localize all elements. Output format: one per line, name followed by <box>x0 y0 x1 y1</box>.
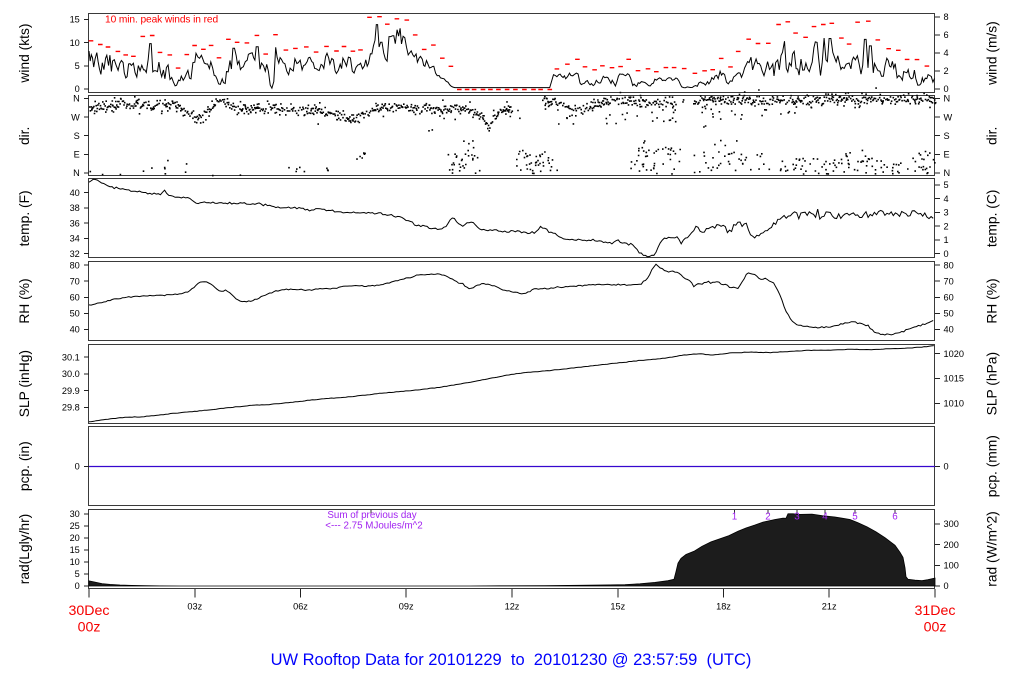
svg-text:4: 4 <box>944 194 949 204</box>
svg-text:W: W <box>71 112 80 122</box>
svg-text:1: 1 <box>732 512 737 523</box>
svg-text:S: S <box>944 131 950 141</box>
svg-text:E: E <box>944 150 950 160</box>
svg-text:40: 40 <box>944 325 954 335</box>
svg-text:80: 80 <box>70 260 80 270</box>
svg-text:50: 50 <box>70 309 80 319</box>
svg-text:80: 80 <box>944 260 954 270</box>
svg-text:15z: 15z <box>610 601 625 611</box>
svg-text:1015: 1015 <box>944 374 964 384</box>
svg-text:temp. (F): temp. (F) <box>17 190 32 246</box>
svg-text:20: 20 <box>70 533 80 543</box>
svg-text:RH (%): RH (%) <box>985 278 1000 323</box>
svg-text:30.1: 30.1 <box>62 352 80 362</box>
svg-text:SLP (hPa): SLP (hPa) <box>985 352 1000 415</box>
svg-text:N: N <box>73 168 80 178</box>
svg-text:pcp. (mm): pcp. (mm) <box>985 435 1000 497</box>
svg-text:UW Rooftop Data for 20101229: UW Rooftop Data for 20101229 to 20101230… <box>271 651 752 669</box>
svg-text:temp. (C): temp. (C) <box>985 190 1000 248</box>
svg-text:<--- 2.75 MJoules/m^2: <--- 2.75 MJoules/m^2 <box>325 521 422 532</box>
svg-text:12z: 12z <box>505 601 520 611</box>
svg-text:31Dec: 31Dec <box>914 603 955 619</box>
svg-text:N: N <box>944 168 951 178</box>
svg-text:50: 50 <box>944 309 954 319</box>
svg-text:6: 6 <box>892 512 898 523</box>
svg-text:2: 2 <box>765 512 770 523</box>
svg-text:32: 32 <box>70 249 80 259</box>
svg-text:0: 0 <box>75 462 80 472</box>
svg-text:8: 8 <box>944 12 949 22</box>
svg-text:34: 34 <box>70 234 80 244</box>
svg-text:3: 3 <box>794 512 800 523</box>
svg-text:70: 70 <box>70 276 80 286</box>
svg-text:06z: 06z <box>293 601 308 611</box>
svg-text:0: 0 <box>944 462 949 472</box>
svg-text:18z: 18z <box>716 601 731 611</box>
svg-text:30Dec: 30Dec <box>68 603 109 619</box>
svg-text:0: 0 <box>944 581 949 591</box>
svg-text:10: 10 <box>70 557 80 567</box>
svg-text:00z: 00z <box>924 620 947 636</box>
svg-text:E: E <box>74 150 80 160</box>
svg-text:0: 0 <box>944 84 949 94</box>
svg-text:15: 15 <box>70 15 80 25</box>
svg-text:200: 200 <box>944 540 959 550</box>
svg-text:1020: 1020 <box>944 349 964 359</box>
svg-text:SLP (inHg): SLP (inHg) <box>17 350 32 417</box>
svg-text:30: 30 <box>70 509 80 519</box>
svg-text:5: 5 <box>944 180 949 190</box>
svg-text:40: 40 <box>70 188 80 198</box>
svg-text:00z: 00z <box>78 620 101 636</box>
svg-text:60: 60 <box>944 293 954 303</box>
svg-text:3: 3 <box>944 208 949 218</box>
svg-text:dir.: dir. <box>985 127 1000 145</box>
svg-text:rad(Lgly/hr): rad(Lgly/hr) <box>17 514 32 585</box>
svg-text:03z: 03z <box>187 601 202 611</box>
svg-text:40: 40 <box>70 325 80 335</box>
svg-text:rad (W/m^2): rad (W/m^2) <box>985 511 1000 586</box>
svg-text:70: 70 <box>944 276 954 286</box>
svg-text:21z: 21z <box>822 601 837 611</box>
svg-text:dir.: dir. <box>17 127 32 145</box>
svg-text:W: W <box>944 112 953 122</box>
svg-text:4: 4 <box>944 48 949 58</box>
svg-text:30.0: 30.0 <box>62 369 80 379</box>
svg-text:2: 2 <box>944 66 949 76</box>
svg-text:10 min. peak winds in red: 10 min. peak winds in red <box>105 15 218 26</box>
svg-text:09z: 09z <box>399 601 414 611</box>
svg-text:10: 10 <box>70 38 80 48</box>
svg-text:5: 5 <box>852 512 858 523</box>
svg-text:Sum of previous day: Sum of previous day <box>327 510 416 521</box>
svg-text:RH (%): RH (%) <box>17 278 32 323</box>
svg-text:5: 5 <box>75 569 80 579</box>
svg-text:5: 5 <box>75 61 80 71</box>
svg-text:0: 0 <box>75 84 80 94</box>
svg-text:S: S <box>74 131 80 141</box>
svg-text:N: N <box>944 94 951 104</box>
svg-text:36: 36 <box>70 218 80 228</box>
svg-text:100: 100 <box>944 561 959 571</box>
svg-text:29.9: 29.9 <box>62 386 80 396</box>
svg-text:60: 60 <box>70 293 80 303</box>
svg-text:25: 25 <box>70 521 80 531</box>
svg-text:1: 1 <box>944 235 949 245</box>
svg-text:6: 6 <box>944 30 949 40</box>
svg-text:pcp. (in): pcp. (in) <box>17 441 32 491</box>
svg-text:38: 38 <box>70 203 80 213</box>
svg-text:15: 15 <box>70 545 80 555</box>
svg-text:wind (m/s): wind (m/s) <box>985 21 1000 86</box>
svg-text:4: 4 <box>822 512 828 523</box>
svg-text:N: N <box>73 94 80 104</box>
svg-text:0: 0 <box>75 581 80 591</box>
svg-text:2: 2 <box>944 221 949 231</box>
svg-text:1010: 1010 <box>944 399 964 409</box>
svg-text:29.8: 29.8 <box>62 403 80 413</box>
svg-text:0: 0 <box>944 249 949 259</box>
svg-text:wind (kts): wind (kts) <box>17 24 32 84</box>
svg-text:300: 300 <box>944 519 959 529</box>
